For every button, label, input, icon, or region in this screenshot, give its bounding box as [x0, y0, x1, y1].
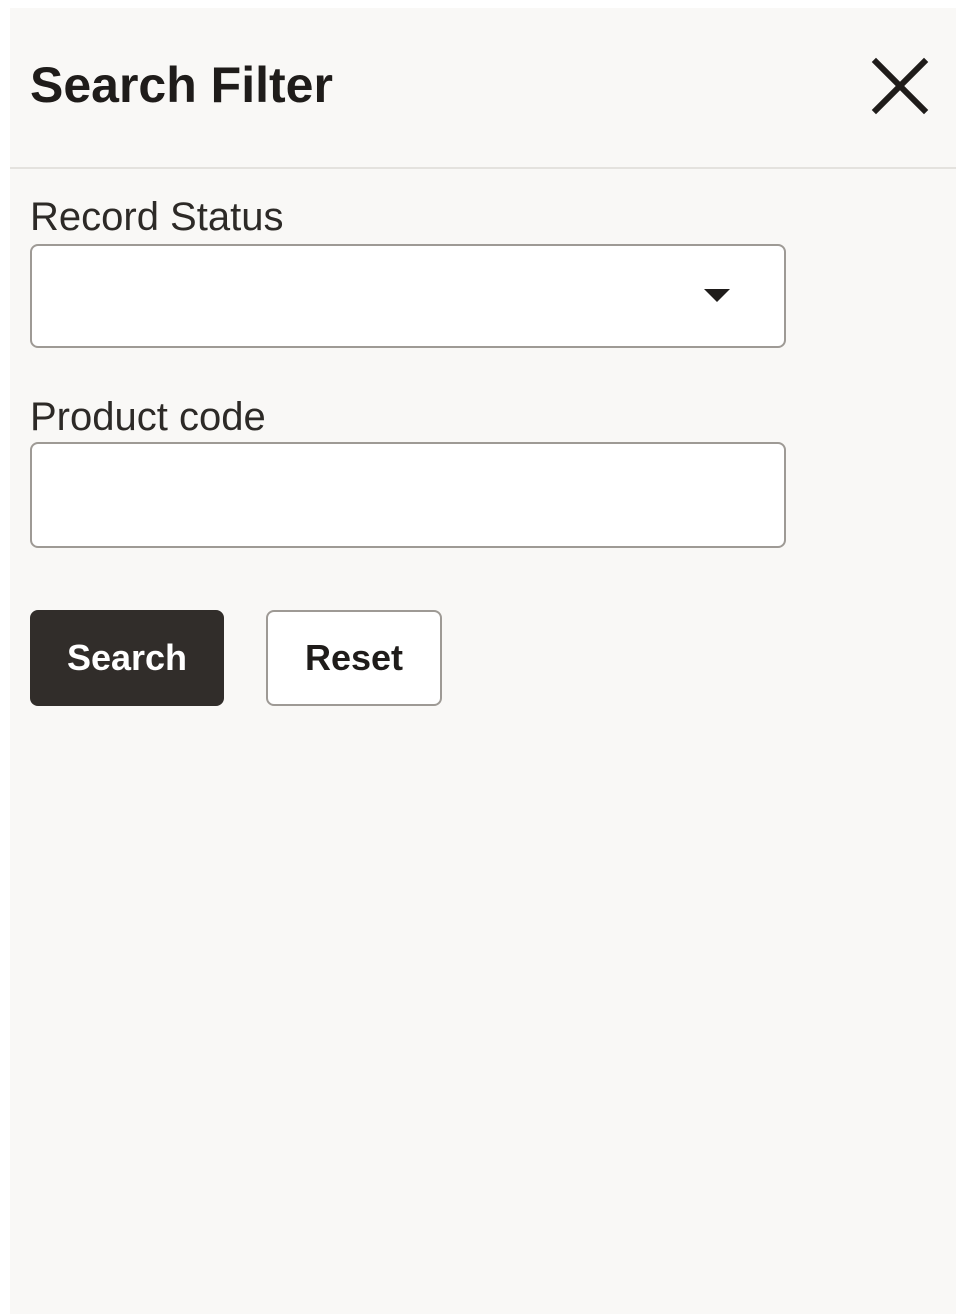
close-icon	[871, 57, 929, 115]
panel-header: Search Filter	[10, 8, 956, 169]
record-status-select[interactable]	[30, 244, 786, 348]
product-code-input[interactable]	[30, 442, 786, 548]
caret-down-icon	[704, 289, 730, 302]
reset-button[interactable]: Reset	[266, 610, 442, 706]
panel-title: Search Filter	[30, 57, 333, 113]
record-status-label: Record Status	[30, 195, 284, 239]
close-button[interactable]	[868, 54, 932, 118]
search-filter-panel: Search Filter Record Status Product code…	[10, 8, 956, 1314]
product-code-label: Product code	[30, 395, 266, 439]
search-button[interactable]: Search	[30, 610, 224, 706]
